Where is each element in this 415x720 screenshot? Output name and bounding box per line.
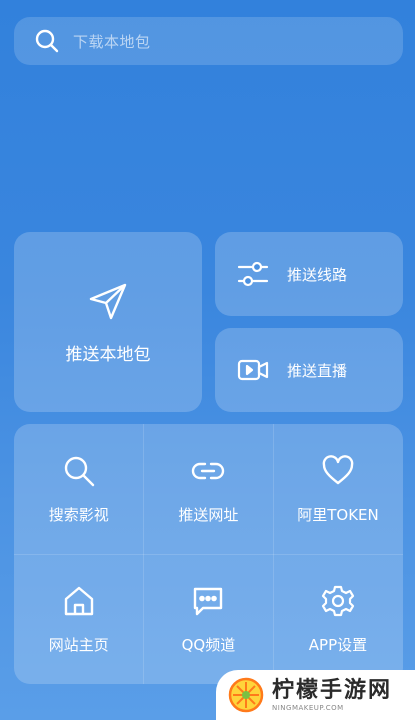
send-icon: [87, 280, 129, 322]
grid-item-label: 阿里TOKEN: [297, 505, 379, 524]
watermark-text: 柠檬手游网: [272, 677, 393, 703]
grid-item-label: QQ频道: [181, 635, 236, 654]
grid-item-label: APP设置: [308, 635, 368, 654]
grid-item-website-home[interactable]: 网站主页: [14, 554, 144, 684]
grid-item-label: 网站主页: [48, 635, 109, 654]
sliders-icon: [237, 258, 269, 290]
push-live-label: 推送直播: [287, 361, 348, 380]
watermark: 柠檬手游网 NINGMAKEUP.COM: [216, 670, 415, 720]
lemon-logo-icon: [228, 677, 264, 713]
search-placeholder: 下载本地包: [73, 32, 151, 51]
search-icon: [62, 454, 96, 488]
chat-icon: [191, 584, 225, 618]
grid-item-ali-token[interactable]: 阿里TOKEN: [273, 424, 403, 554]
watermark-subtext: NINGMAKEUP.COM: [272, 703, 344, 712]
push-local-package-label: 推送本地包: [65, 344, 151, 365]
link-icon: [191, 454, 225, 488]
home-icon: [62, 584, 96, 618]
search-bar[interactable]: 下载本地包: [14, 17, 403, 65]
grid-item-label: 搜索影视: [48, 505, 109, 524]
gear-icon: [321, 584, 355, 618]
heart-icon: [321, 454, 355, 488]
grid-item-qq-channel[interactable]: QQ频道: [144, 554, 274, 684]
search-icon: [34, 28, 60, 54]
push-route-label: 推送线路: [287, 265, 348, 284]
grid-item-label: 推送网址: [178, 505, 239, 524]
push-local-package-card[interactable]: 推送本地包: [14, 232, 202, 412]
push-route-card[interactable]: 推送线路: [215, 232, 403, 316]
function-grid: 搜索影视 推送网址 阿里TOKEN 网站主页 QQ频道 APP设置: [14, 424, 403, 684]
grid-item-app-settings[interactable]: APP设置: [273, 554, 403, 684]
video-camera-icon: [237, 354, 269, 386]
push-live-card[interactable]: 推送直播: [215, 328, 403, 412]
grid-item-push-url[interactable]: 推送网址: [144, 424, 274, 554]
grid-item-search-video[interactable]: 搜索影视: [14, 424, 144, 554]
